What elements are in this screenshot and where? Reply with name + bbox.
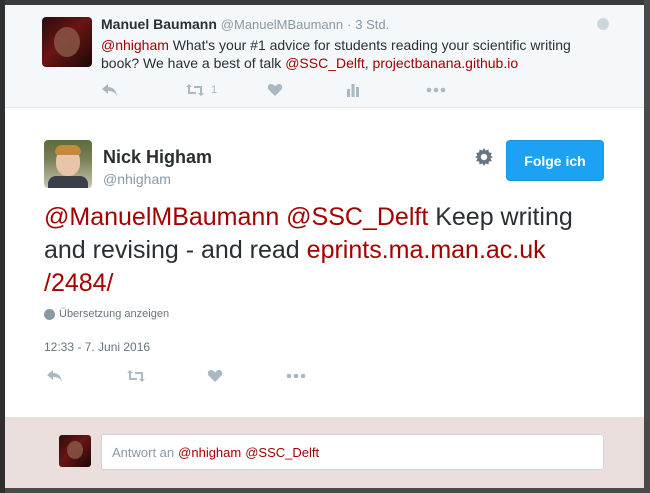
globe-icon [44,308,55,320]
translate-link[interactable]: Übersetzung anzeigen [44,308,169,320]
reply-mention: @nhigham [178,444,242,460]
tweet-actions [44,367,344,387]
backdrop-right [644,0,650,493]
reply-input[interactable]: Antwort an @nhigham @SSC_Delft [101,434,604,470]
url-link[interactable]: eprints.ma.man.ac.uk [307,236,546,264]
retweet-icon[interactable] [126,367,146,385]
gear-icon[interactable] [474,148,494,168]
reply-icon[interactable] [46,367,64,385]
author-avatar[interactable] [44,140,92,188]
reply-composer: Antwort an @nhigham @SSC_Delft [5,417,644,488]
globe-icon [597,18,609,30]
tweet-timestamp[interactable]: 12:33 - 7. Juni 2016 [44,340,150,354]
main-tweet: Nick Higham @nhigham Folge ich @ManuelMB… [5,108,644,417]
backdrop-bottom [5,488,644,493]
parent-author-name[interactable]: Manuel Baumann [101,16,217,32]
parent-header: Manuel Baumann @ManuelMBaumann · 3 Std. [101,16,389,32]
analytics-icon[interactable] [346,81,360,99]
parent-ssc-link[interactable]: @SSC_Delft [285,55,365,71]
tweet-text: @ManuelMBaumann @SSC_Delft Keep writing … [44,201,604,300]
more-icon[interactable] [286,367,306,385]
heart-icon[interactable] [267,81,283,99]
parent-tweet[interactable]: Manuel Baumann @ManuelMBaumann · 3 Std. … [5,5,644,108]
parent-comma: , [364,55,373,71]
retweet-icon [186,84,204,96]
translate-label: Übersetzung anzeigen [59,308,170,320]
parent-separator: · [347,17,352,32]
retweet-button[interactable]: 1 [185,81,217,99]
mention-link[interactable]: @ManuelMBaumann [44,203,279,231]
parent-url-link[interactable]: projectbanana.github.io [373,55,519,71]
parent-author-handle[interactable]: @ManuelMBaumann [221,17,343,32]
parent-mention-link[interactable]: @nhigham [101,37,169,53]
parent-timestamp[interactable]: 3 Std. [355,17,389,32]
reply-mention: @SSC_Delft [245,444,320,460]
parent-avatar[interactable] [42,17,92,67]
heart-icon[interactable] [207,367,223,385]
reply-prefix: Antwort an [112,444,175,460]
retweet-count: 1 [211,84,218,96]
reply-icon[interactable] [101,81,119,99]
parent-actions: 1 [101,81,451,99]
mention-link[interactable]: @SSC_Delft [286,203,428,231]
author-handle[interactable]: @nhigham [103,171,171,187]
parent-tweet-text: @nhigham What's your #1 advice for stude… [101,36,601,72]
current-user-avatar [59,435,91,467]
author-name[interactable]: Nick Higham [103,147,212,168]
url-link-continuation[interactable]: /2484/ [44,269,114,297]
more-icon[interactable] [426,81,446,99]
follow-button[interactable]: Folge ich [506,140,604,181]
